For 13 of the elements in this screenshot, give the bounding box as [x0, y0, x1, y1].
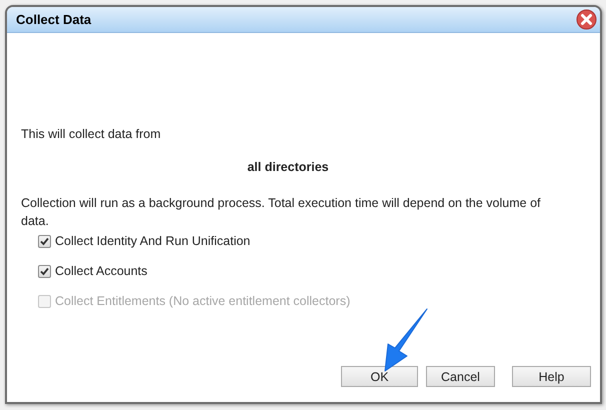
checkbox-label[interactable]: Collect Identity And Run Unification: [55, 234, 250, 248]
intro-text: This will collect data from: [21, 127, 162, 141]
checkbox-label[interactable]: Collect Accounts: [55, 264, 148, 278]
window-title: Collect Data: [16, 12, 92, 27]
ok-button[interactable]: OK: [341, 366, 418, 387]
arrow-icon: [383, 307, 429, 373]
checkbox[interactable]: [38, 264, 51, 278]
note-text: Collection will run as a background process. Total execution time will depend on the volume of data.: [21, 195, 542, 230]
help-button[interactable]: Help: [512, 366, 591, 387]
scope-text: all directories: [247, 160, 329, 174]
close-icon[interactable]: [576, 9, 597, 30]
cancel-button[interactable]: Cancel: [426, 366, 495, 387]
checkbox[interactable]: [38, 234, 51, 248]
